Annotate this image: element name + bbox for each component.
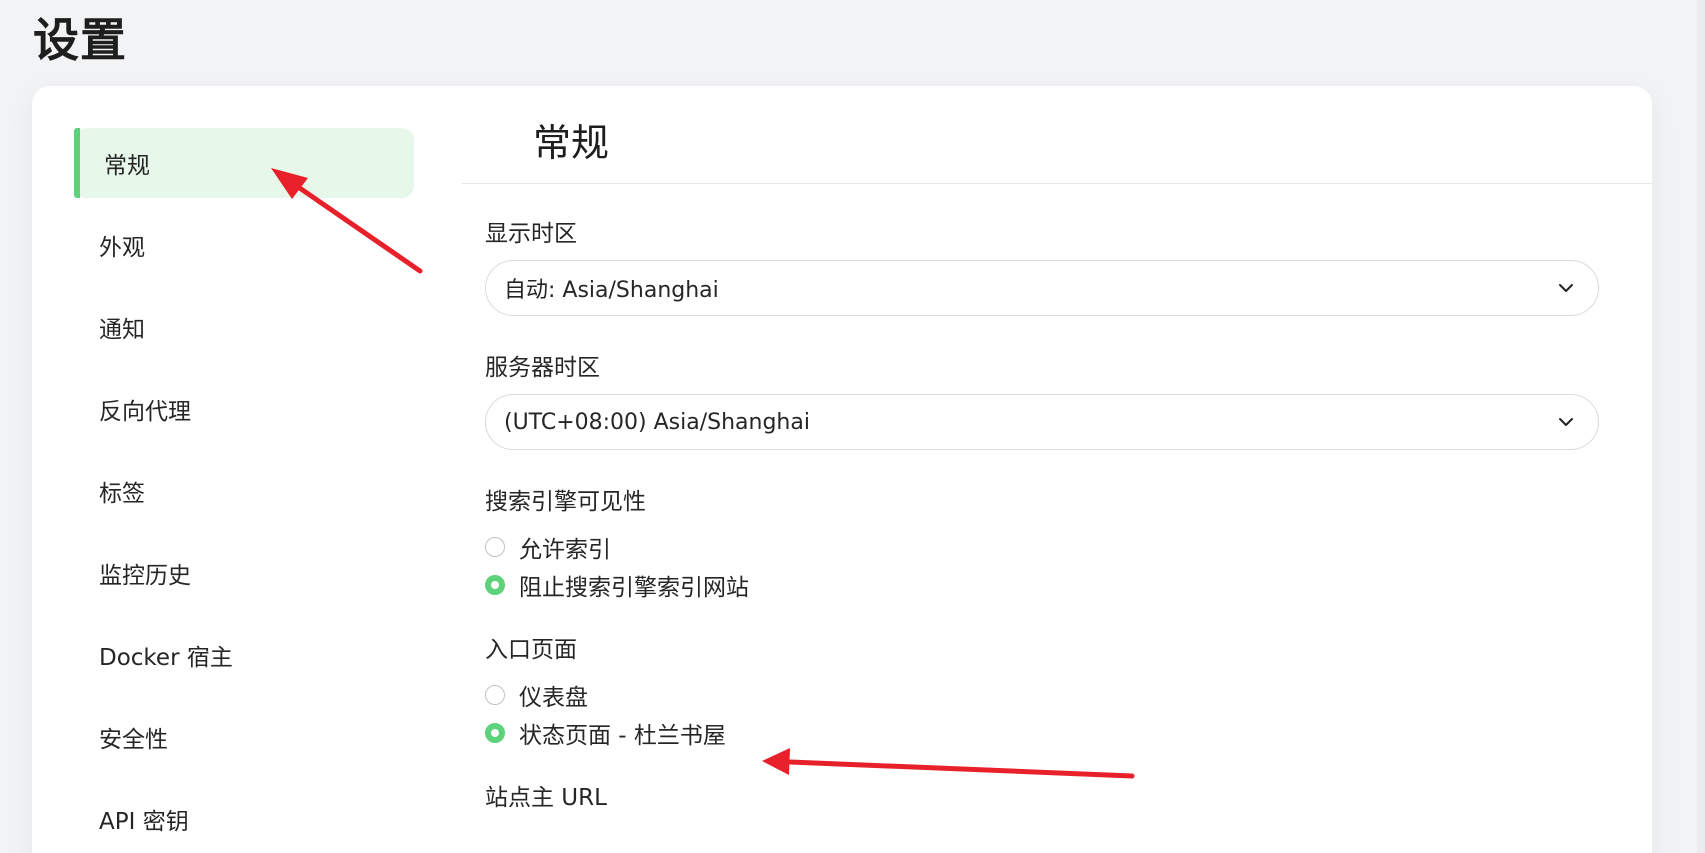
entry-page-group: 入口页面 仪表盘 状态页面 - 杜兰书屋 [485,634,1599,752]
display-timezone-group: 显示时区 自动: Asia/Shanghai [485,218,1599,316]
radio-allow-indexing[interactable]: 允许索引 [485,528,1599,566]
sidebar-item-monitor-history[interactable]: 监控历史 [74,538,414,608]
radio-label: 阻止搜索引擎索引网站 [519,575,749,601]
display-timezone-select[interactable]: 自动: Asia/Shanghai [485,260,1599,316]
sidebar-item-notifications[interactable]: 通知 [74,292,414,362]
sidebar-item-tags[interactable]: 标签 [74,456,414,526]
sidebar-item-label: API 密钥 [99,809,189,835]
server-timezone-select[interactable]: (UTC+08:00) Asia/Shanghai [485,394,1599,450]
radio-entry-dashboard[interactable]: 仪表盘 [485,676,1599,714]
general-settings-form: 显示时区 自动: Asia/Shanghai 服务器时区 (UTC+08:00)… [485,218,1599,850]
display-timezone-label: 显示时区 [485,221,577,247]
radio-entry-status-page[interactable]: 状态页面 - 杜兰书屋 [485,714,1599,752]
sidebar-item-api-keys[interactable]: API 密钥 [74,784,414,853]
sidebar-item-appearance[interactable]: 外观 [74,210,414,280]
search-visibility-group: 搜索引擎可见性 允许索引 阻止搜索引擎索引网站 [485,486,1599,604]
radio-checked-icon[interactable] [485,575,505,595]
section-title: 常规 [533,121,610,165]
settings-window: 设置 常规 外观 通知 反向代理 标签 监控历史 Docker 宿主 安全性 A… [0,0,1705,853]
primary-url-group: 站点主 URL [485,782,1599,814]
sidebar-item-label: 标签 [99,481,145,507]
server-timezone-value: (UTC+08:00) Asia/Shanghai [504,409,810,435]
sidebar-item-label: 常规 [104,153,150,179]
sidebar-item-reverse-proxy[interactable]: 反向代理 [74,374,414,444]
sidebar-item-label: 监控历史 [99,563,191,589]
settings-card: 常规 外观 通知 反向代理 标签 监控历史 Docker 宿主 安全性 API … [32,86,1652,853]
server-timezone-group: 服务器时区 (UTC+08:00) Asia/Shanghai [485,352,1599,450]
sidebar-item-label: 安全性 [99,727,168,753]
primary-url-label: 站点主 URL [485,785,607,811]
sidebar-item-label: 反向代理 [99,399,191,425]
page-title: 设置 [33,13,127,67]
sidebar-item-label: Docker 宿主 [99,645,233,671]
server-timezone-label: 服务器时区 [485,355,600,381]
radio-label: 允许索引 [519,537,611,563]
entry-page-label: 入口页面 [485,637,577,663]
chevron-down-icon [1559,284,1573,292]
chevron-down-icon [1559,418,1573,426]
sidebar-item-label: 通知 [99,317,145,343]
settings-sidebar: 常规 外观 通知 反向代理 标签 监控历史 Docker 宿主 安全性 API … [74,128,414,853]
radio-unchecked-icon[interactable] [485,685,505,705]
section-header: 常规 [462,86,1652,184]
sidebar-item-label: 外观 [99,235,145,261]
radio-discourage-indexing[interactable]: 阻止搜索引擎索引网站 [485,566,1599,604]
radio-unchecked-icon[interactable] [485,537,505,557]
sidebar-item-security[interactable]: 安全性 [74,702,414,772]
radio-checked-icon[interactable] [485,723,505,743]
page-scrollbar[interactable] [1697,0,1705,853]
radio-label: 状态页面 - 杜兰书屋 [519,723,726,749]
search-visibility-label: 搜索引擎可见性 [485,489,646,515]
radio-label: 仪表盘 [519,685,588,711]
display-timezone-value: 自动: Asia/Shanghai [504,278,719,303]
sidebar-item-general[interactable]: 常规 [74,128,414,198]
sidebar-item-docker-hosts[interactable]: Docker 宿主 [74,620,414,690]
